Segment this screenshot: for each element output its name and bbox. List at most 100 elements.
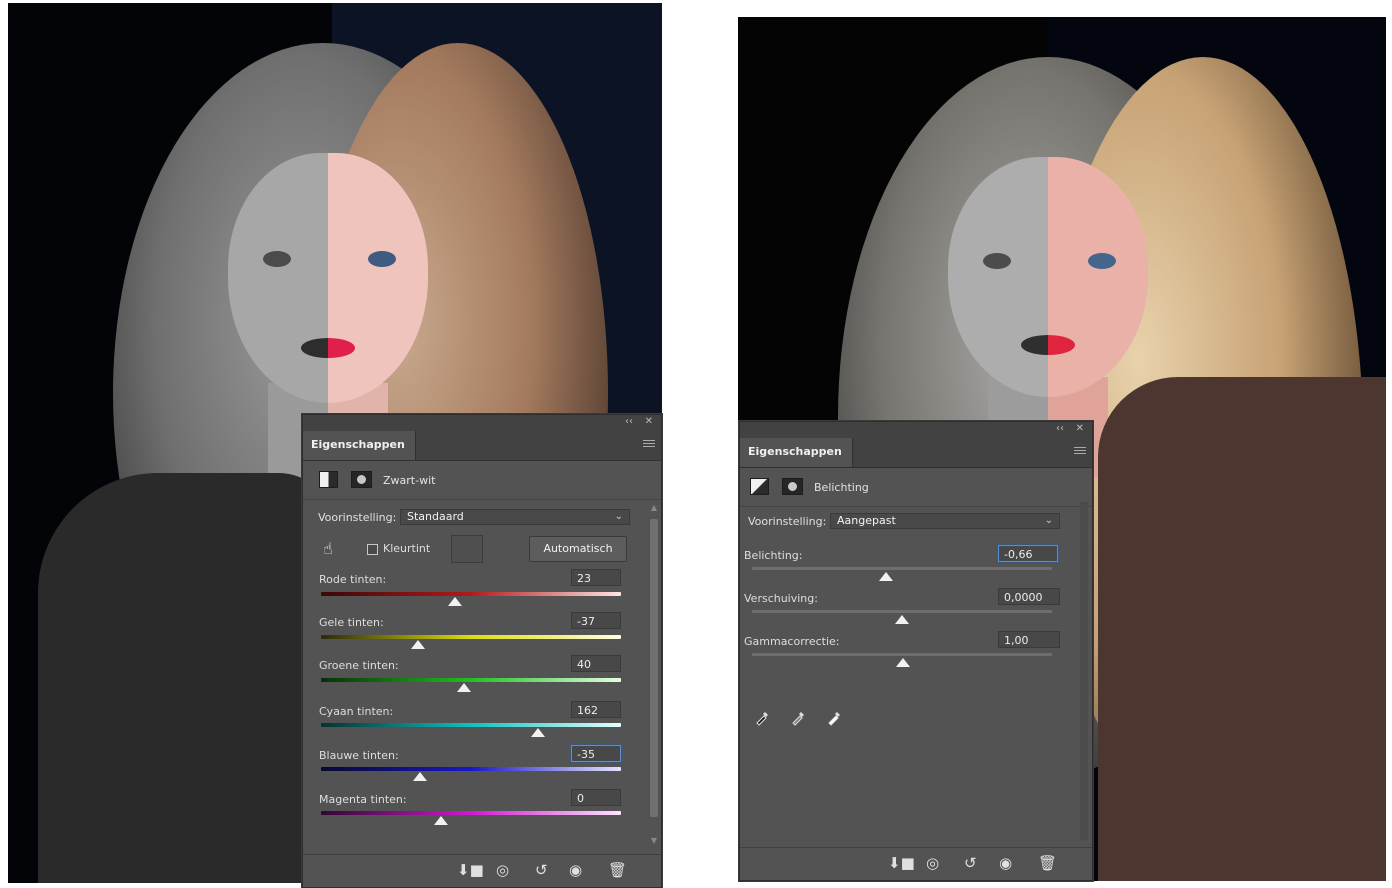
panel-scrollbar[interactable]: ▲ ▼ xyxy=(649,503,659,845)
value-offset[interactable]: 0,0000 xyxy=(998,588,1060,605)
scroll-down-icon[interactable]: ▼ xyxy=(649,836,659,845)
slider-label-magenta: Magenta tinten: xyxy=(319,793,407,806)
slider-label-yellow: Gele tinten: xyxy=(319,616,384,629)
panel-tab-row: Eigenschappen xyxy=(740,438,1092,468)
slider-thumb-yellow[interactable] xyxy=(411,640,425,649)
slider-thumb-offset[interactable] xyxy=(895,615,909,624)
track-exposure xyxy=(752,567,1052,570)
panel-footer: ⬇■ ◎ ↺ ◉ 🗑 xyxy=(303,854,661,887)
black-point-eyedropper-icon[interactable] xyxy=(754,708,772,726)
slider-thumb-blue[interactable] xyxy=(413,772,427,781)
panel-title-bar: ‹‹ ✕ xyxy=(740,422,1092,438)
delete-icon[interactable]: 🗑 xyxy=(1038,855,1057,871)
delete-icon[interactable]: 🗑 xyxy=(608,862,627,878)
tint-checkbox[interactable] xyxy=(367,544,378,555)
lips xyxy=(1021,335,1075,355)
collapse-icon[interactable]: ‹‹ xyxy=(625,416,633,427)
adjustment-name: Belichting xyxy=(814,481,869,494)
track-cyan xyxy=(321,723,621,727)
slider-thumb-cyan[interactable] xyxy=(531,728,545,737)
preset-value: Standaard xyxy=(407,510,464,523)
chevron-down-icon: ⌄ xyxy=(1044,515,1053,526)
close-icon[interactable]: ✕ xyxy=(1076,423,1084,434)
exposure-adjustment-icon[interactable] xyxy=(750,478,769,495)
coat-gray xyxy=(38,473,338,883)
face xyxy=(948,157,1148,397)
track-red xyxy=(321,592,621,596)
track-green xyxy=(321,678,621,682)
slider-label-cyan: Cyaan tinten: xyxy=(319,705,394,718)
track-gamma xyxy=(752,653,1052,656)
slider-thumb-magenta[interactable] xyxy=(434,816,448,825)
adjustment-header: Zwart-wit xyxy=(303,461,661,500)
scroll-up-icon[interactable]: ▲ xyxy=(649,503,659,512)
value-green[interactable]: 40 xyxy=(571,655,621,672)
slider-label-blue: Blauwe tinten: xyxy=(319,749,399,762)
mask-icon[interactable] xyxy=(782,478,803,495)
eye-left xyxy=(263,251,291,267)
gray-point-eyedropper-icon[interactable] xyxy=(790,708,808,726)
tint-label: Kleurtint xyxy=(383,542,431,555)
value-gamma[interactable]: 1,00 xyxy=(998,631,1060,648)
clip-to-layer-icon[interactable]: ⬇■ xyxy=(888,855,915,871)
slider-thumb-exposure[interactable] xyxy=(879,572,893,581)
auto-button[interactable]: Automatisch xyxy=(529,536,627,562)
panel-menu-icon[interactable] xyxy=(1074,447,1086,456)
tint-color-swatch[interactable] xyxy=(451,535,483,563)
visibility-icon[interactable]: ◉ xyxy=(569,862,582,878)
slider-thumb-gamma[interactable] xyxy=(896,658,910,667)
view-previous-icon[interactable]: ◎ xyxy=(926,855,939,871)
mask-icon[interactable] xyxy=(351,471,372,488)
tab-properties[interactable]: Eigenschappen xyxy=(303,431,416,460)
properties-panel-exposure: ‹‹ ✕ Eigenschappen Belichting Voorinstel… xyxy=(739,421,1093,881)
eye-right xyxy=(368,251,396,267)
slider-label-gamma: Gammacorrectie: xyxy=(744,635,840,648)
view-previous-icon[interactable]: ◎ xyxy=(496,862,509,878)
preset-label: Voorinstelling: xyxy=(748,515,827,528)
value-exposure[interactable]: -0,66 xyxy=(998,545,1058,562)
properties-panel-bw: ‹‹ ✕ Eigenschappen Zwart-wit Voorinstell… xyxy=(302,414,662,888)
bw-adjustment-icon[interactable] xyxy=(319,471,338,488)
preset-dropdown[interactable]: Standaard ⌄ xyxy=(400,509,630,525)
preset-label: Voorinstelling: xyxy=(318,511,397,524)
adjustment-name: Zwart-wit xyxy=(383,474,436,487)
track-magenta xyxy=(321,811,621,815)
targeted-adjustment-hand-icon[interactable]: ☝ xyxy=(323,539,333,558)
face xyxy=(228,153,428,403)
panel-footer: ⬇■ ◎ ↺ ◉ 🗑 xyxy=(740,847,1092,880)
value-magenta[interactable]: 0 xyxy=(571,789,621,806)
slider-thumb-red[interactable] xyxy=(448,597,462,606)
clip-to-layer-icon[interactable]: ⬇■ xyxy=(457,862,484,878)
scrollbar-thumb[interactable] xyxy=(650,519,658,817)
tab-properties[interactable]: Eigenschappen xyxy=(740,438,853,467)
slider-label-exposure: Belichting: xyxy=(744,549,803,562)
slider-label-green: Groene tinten: xyxy=(319,659,399,672)
panel-menu-icon[interactable] xyxy=(643,440,655,449)
chevron-down-icon: ⌄ xyxy=(614,511,623,522)
lips xyxy=(301,338,355,358)
white-point-eyedropper-icon[interactable] xyxy=(826,708,844,726)
preset-value: Aangepast xyxy=(837,514,896,527)
panel-title-bar: ‹‹ ✕ xyxy=(303,415,661,431)
reset-icon[interactable]: ↺ xyxy=(964,855,977,871)
adjustment-header: Belichting xyxy=(740,468,1092,507)
slider-label-offset: Verschuiving: xyxy=(744,592,818,605)
preset-dropdown[interactable]: Aangepast ⌄ xyxy=(830,513,1060,529)
value-cyan[interactable]: 162 xyxy=(571,701,621,718)
track-blue xyxy=(321,767,621,771)
panel-scrollbar[interactable] xyxy=(1080,502,1088,840)
panel-tab-row: Eigenschappen xyxy=(303,431,661,461)
reset-icon[interactable]: ↺ xyxy=(535,862,548,878)
close-icon[interactable]: ✕ xyxy=(645,416,653,427)
value-yellow[interactable]: -37 xyxy=(571,612,621,629)
slider-label-red: Rode tinten: xyxy=(319,573,387,586)
track-offset xyxy=(752,610,1052,613)
value-red[interactable]: 23 xyxy=(571,569,621,586)
eye-right xyxy=(1088,253,1116,269)
value-blue[interactable]: -35 xyxy=(571,745,621,762)
track-yellow xyxy=(321,635,621,639)
coat-brown xyxy=(1098,377,1386,881)
collapse-icon[interactable]: ‹‹ xyxy=(1056,423,1064,434)
visibility-icon[interactable]: ◉ xyxy=(999,855,1012,871)
slider-thumb-green[interactable] xyxy=(457,683,471,692)
